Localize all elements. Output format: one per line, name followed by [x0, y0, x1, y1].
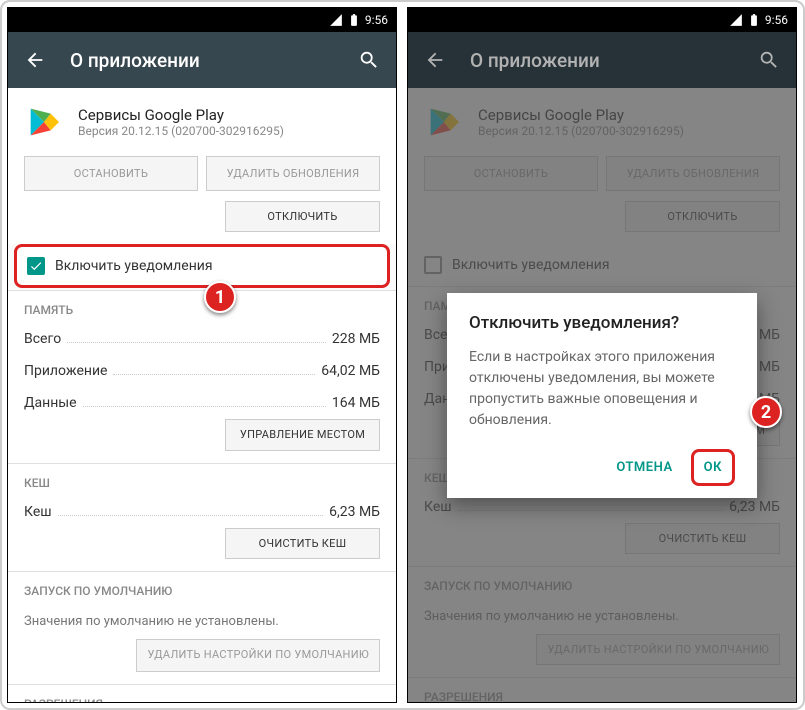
storage-app-row: Приложение64,02 МБ — [8, 355, 396, 387]
section-launch: ЗАПУСК ПО УМОЛЧАНИЮ — [8, 571, 396, 604]
signal-icon — [329, 13, 343, 27]
dialog-cancel-button[interactable]: ОТМЕНА — [606, 452, 682, 483]
uninstall-updates-button[interactable]: УДАЛИТЬ ОБНОВЛЕНИЯ — [206, 156, 380, 191]
clear-defaults-button[interactable]: УДАЛИТЬ НАСТРОЙКИ ПО УМОЛЧАНИЮ — [136, 639, 380, 671]
appbar-title: О приложении — [70, 49, 334, 72]
notifications-checkbox-row[interactable]: Включить уведомления — [14, 244, 390, 288]
stop-button[interactable]: ОСТАНОВИТЬ — [24, 156, 198, 191]
storage-total-row: Всего228 МБ — [8, 323, 396, 355]
storage-data-row: Данные164 МБ — [8, 387, 396, 419]
appbar: О приложении — [8, 32, 396, 88]
back-icon[interactable] — [424, 49, 446, 71]
checkbox-icon — [27, 257, 45, 275]
content: Сервисы Google PlayВерсия 20.12.15 (0207… — [408, 88, 796, 702]
section-permissions: РАЗРЕШЕНИЯ — [8, 684, 396, 702]
dialog-overlay: Отключить уведомления? Если в настройках… — [408, 88, 796, 702]
badge-2: 2 — [750, 396, 782, 428]
appbar-title: О приложении — [470, 49, 734, 72]
section-cache: КЕШ — [8, 463, 396, 496]
content: Сервисы Google Play Версия 20.12.15 (020… — [8, 88, 396, 702]
appbar: О приложении — [408, 32, 796, 88]
search-icon[interactable] — [358, 49, 380, 71]
launch-text: Значения по умолчанию не установлены. — [8, 604, 396, 639]
clear-cache-button[interactable]: ОЧИСТИТЬ КЕШ — [225, 528, 380, 559]
battery-icon — [747, 13, 761, 27]
dialog-ok-button[interactable]: ОК — [691, 449, 735, 486]
manage-storage-button[interactable]: УПРАВЛЕНИЕ МЕСТОМ — [225, 419, 380, 451]
dialog-title: Отключить уведомления? — [469, 313, 735, 333]
statusbar: 9:56 — [8, 8, 396, 32]
cache-row: Кеш6,23 МБ — [8, 496, 396, 528]
section-storage: ПАМЯТЬ — [8, 290, 396, 323]
statusbar: 9:56 — [408, 8, 796, 32]
battery-icon — [347, 13, 361, 27]
dialog: Отключить уведомления? Если в настройках… — [447, 293, 757, 498]
clock: 9:56 — [765, 13, 788, 27]
signal-icon — [729, 13, 743, 27]
search-icon[interactable] — [758, 49, 780, 71]
back-icon[interactable] — [24, 49, 46, 71]
phone-right: 9:56 О приложении Сервисы Google PlayВер… — [407, 7, 797, 703]
app-header: Сервисы Google Play Версия 20.12.15 (020… — [8, 88, 396, 156]
play-services-icon — [24, 102, 64, 142]
dialog-text: Если в настройках этого приложения отклю… — [469, 347, 735, 431]
app-name: Сервисы Google Play — [78, 106, 284, 124]
phone-left: 9:56 О приложении Сервисы Google Play Ве… — [7, 7, 397, 703]
clock: 9:56 — [365, 13, 388, 27]
disable-button[interactable]: ОТКЛЮЧИТЬ — [225, 201, 380, 232]
app-version: Версия 20.12.15 (020700-302916295) — [78, 124, 284, 138]
notifications-label: Включить уведомления — [55, 258, 213, 274]
badge-1: 1 — [204, 281, 236, 313]
